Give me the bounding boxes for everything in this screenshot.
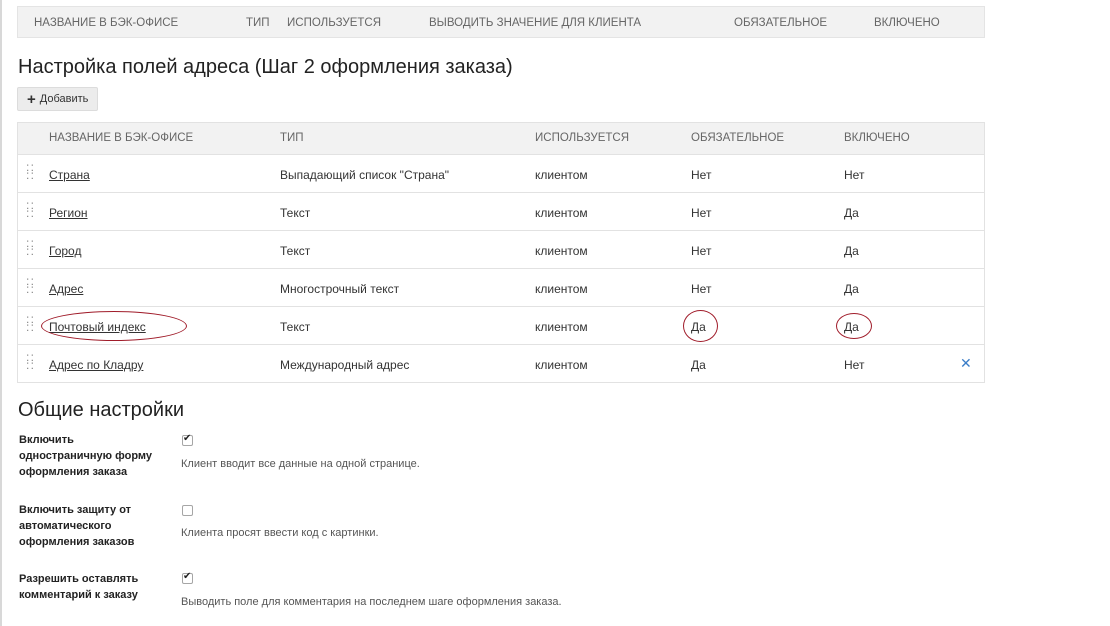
drag-handle-icon[interactable]: : :: : [26,199,34,219]
col-header-used: ИСПОЛЬЗУЕТСЯ [535,132,630,144]
col-header-required: ОБЯЗАТЕЛЬНОЕ [691,132,785,144]
field-type: Текст [280,244,311,258]
table-row: : :: : Адрес Многострочный текст клиенто… [18,269,984,307]
table-header: НАЗВАНИЕ В БЭК-ОФИСЕ ТИП ИСПОЛЬЗУЕТСЯ ОБ… [18,123,984,155]
top-col-used: ИСПОЛЬЗУЕТСЯ [287,17,382,29]
delete-icon[interactable]: ✕ [960,355,972,372]
add-field-button[interactable]: + Добавить [17,87,99,111]
field-type: Текст [280,206,311,220]
field-required: Да [691,358,706,372]
comment-checkbox[interactable] [182,571,193,584]
top-col-name: НАЗВАНИЕ В БЭК-ОФИСЕ [34,17,179,29]
field-used: клиентом [535,320,588,334]
captcha-checkbox[interactable] [182,505,193,516]
field-name-link[interactable]: Регион [49,206,88,220]
top-col-required: ОБЯЗАТЕЛЬНОЕ [734,17,828,29]
one-page-checkbox[interactable] [182,433,193,446]
field-type: Международный адрес [280,358,410,372]
address-section-title: Настройка полей адреса (Шаг 2 оформления… [18,56,513,78]
drag-handle-icon[interactable]: : :: : [26,237,34,257]
drag-handle-icon[interactable]: : :: : [26,313,34,333]
add-button-label: Добавить [39,93,89,105]
field-enabled: Да [844,320,859,334]
field-required: Нет [691,168,712,182]
field-enabled: Да [844,206,859,220]
general-section-title: Общие настройки [18,399,184,421]
top-col-enabled: ВКЛЮЧЕНО [874,17,940,29]
top-header-strip: НАЗВАНИЕ В БЭК-ОФИСЕ ТИП ИСПОЛЬЗУЕТСЯ ВЫ… [17,6,985,38]
field-name-link[interactable]: Город [49,244,81,258]
col-header-type: ТИП [280,132,304,144]
field-required: Да [691,320,706,334]
col-header-enabled: ВКЛЮЧЕНО [844,132,910,144]
field-enabled: Да [844,282,859,296]
drag-handle-icon[interactable]: : :: : [26,161,34,181]
table-row: : :: : Регион Текст клиентом Нет Да [18,193,984,231]
drag-handle-icon[interactable]: : :: : [26,275,34,295]
drag-handle-icon[interactable]: : :: : [26,351,34,371]
setting-label-captcha: Включить защиту от автоматического оформ… [19,504,135,548]
table-row: : :: : Страна Выпадающий список "Страна"… [18,155,984,193]
field-type: Текст [280,320,311,334]
field-used: клиентом [535,168,588,182]
field-required: Нет [691,206,712,220]
top-col-show-client: ВЫВОДИТЬ ЗНАЧЕНИЕ ДЛЯ КЛИЕНТА [429,17,642,29]
field-enabled: Нет [844,168,865,182]
setting-label-comment: Разрешить оставлять комментарий к заказу [19,573,139,601]
plus-icon: + [27,90,36,108]
setting-description: Выводить поле для комментария на последн… [181,596,562,608]
field-enabled: Нет [844,358,865,372]
setting-description: Клиента просят ввести код с картинки. [181,527,379,539]
field-required: Нет [691,244,712,258]
field-type: Многострочный текст [280,282,400,296]
field-used: клиентом [535,358,588,372]
field-name-link[interactable]: Страна [49,168,90,182]
field-used: клиентом [535,206,588,220]
col-header-name: НАЗВАНИЕ В БЭК-ОФИСЕ [49,132,194,144]
field-name-link[interactable]: Почтовый индекс [49,320,146,334]
field-name-link[interactable]: Адрес по Кладру [49,358,143,372]
left-border [0,0,2,626]
field-used: клиентом [535,282,588,296]
table-row: : :: : Адрес по Кладру Международный адр… [18,345,984,382]
field-required: Нет [691,282,712,296]
field-used: клиентом [535,244,588,258]
field-name-link[interactable]: Адрес [49,282,83,296]
address-fields-table: НАЗВАНИЕ В БЭК-ОФИСЕ ТИП ИСПОЛЬЗУЕТСЯ ОБ… [17,122,985,383]
field-type: Выпадающий список "Страна" [280,168,450,182]
top-col-type: ТИП [246,17,270,29]
table-row: : :: : Почтовый индекс Текст клиентом Да… [18,307,984,345]
table-row: : :: : Город Текст клиентом Нет Да [18,231,984,269]
setting-description: Клиент вводит все данные на одной страни… [181,458,420,470]
setting-label-one-page: Включить одностраничную форму оформления… [19,434,153,478]
field-enabled: Да [844,244,859,258]
